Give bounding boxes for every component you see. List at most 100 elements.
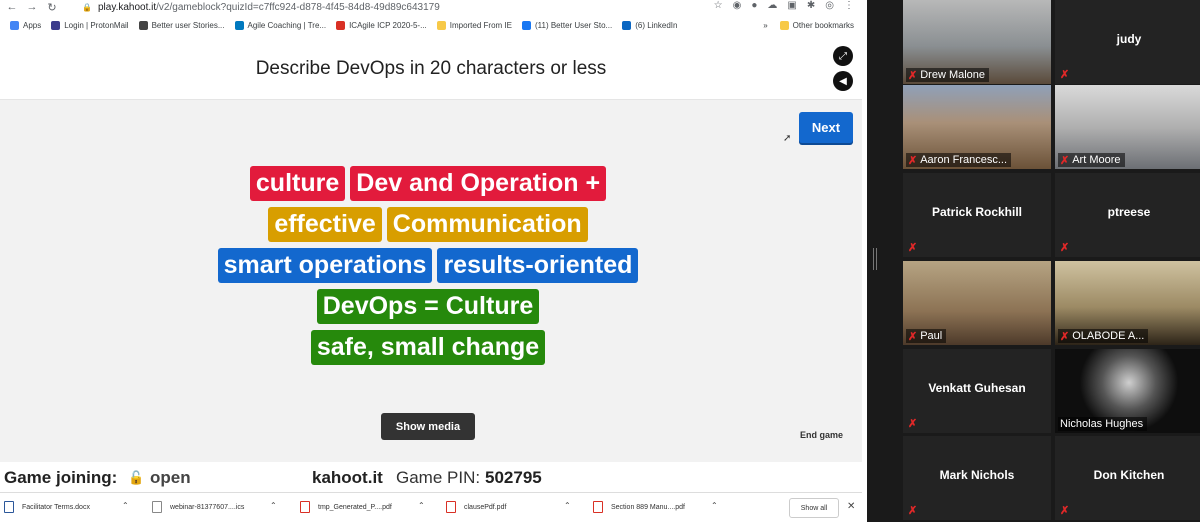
bookmark-label: (6) LinkedIn	[635, 20, 678, 30]
participant-tile[interactable]: ptreese ✗	[1055, 173, 1200, 257]
participant-tile[interactable]: ✗ Drew Malone	[903, 0, 1051, 84]
file-icon	[152, 501, 162, 513]
answer-word: culture	[249, 166, 346, 201]
word-cloud-row: culture Dev and Operation +	[160, 166, 696, 201]
participant-tile[interactable]: Nicholas Hughes	[1055, 349, 1200, 433]
bookmark-item[interactable]: ICAgile ICP 2020-5-...	[336, 20, 427, 30]
bookmark-icon	[622, 20, 632, 30]
download-item[interactable]: clausePdf.pdf	[446, 501, 506, 513]
participant-tile[interactable]: Don Kitchen ✗	[1055, 436, 1200, 520]
sound-button[interactable]: ◀	[833, 71, 853, 91]
download-item[interactable]: webinar-81377607....ics	[152, 501, 244, 513]
chevron-up-icon[interactable]: ⌃	[564, 501, 571, 510]
forward-icon[interactable]: →	[24, 1, 40, 13]
bookmark-item[interactable]: Login | ProtonMail	[51, 20, 129, 30]
muted-mic-icon: ✗	[908, 418, 918, 430]
bookmarks-overflow-button[interactable]: »	[763, 21, 767, 30]
bookmark-item[interactable]: Agile Coaching | Tre...	[234, 20, 327, 30]
participant-label: ✗ Aaron Francesc...	[906, 153, 1012, 167]
close-icon[interactable]: ✕	[847, 501, 855, 512]
participant-tile[interactable]: ✗ Art Moore	[1055, 85, 1200, 169]
next-button[interactable]: Next	[799, 112, 853, 143]
participant-tile[interactable]: Mark Nichols ✗	[903, 436, 1051, 520]
download-item[interactable]: Section 889 Manu....pdf	[593, 501, 685, 513]
panel-resize-handle[interactable]	[873, 248, 877, 270]
chevron-up-icon[interactable]: ⌃	[711, 501, 718, 510]
browser-window: ← → ↻ 🔒 play.kahoot.it /v2/gameblock?qui…	[0, 0, 862, 522]
muted-mic-icon: ✗	[1060, 330, 1070, 343]
chevron-up-icon[interactable]: ⌃	[122, 501, 129, 510]
show-all-button[interactable]: Show all	[789, 498, 839, 518]
answer-word: effective	[268, 207, 382, 242]
star-icon[interactable]: ☆	[714, 0, 723, 11]
bookmark-item[interactable]: (6) LinkedIn	[622, 20, 678, 30]
word-cloud: culture Dev and Operation + effective Commu…	[160, 166, 696, 371]
game-pin-label: Game PIN:	[396, 468, 481, 487]
bookmark-icon	[521, 20, 531, 30]
end-game-button[interactable]: End game	[800, 430, 843, 440]
muted-mic-icon: ✗	[908, 242, 918, 254]
participant-tile[interactable]: ✗ OLABODE A...	[1055, 261, 1200, 345]
participant-name: Don Kitchen	[1093, 467, 1165, 482]
bookmark-label: Agile Coaching | Tre...	[247, 20, 327, 30]
menu-icon[interactable]: ⋮	[844, 0, 854, 11]
answer-word: Dev and Operation +	[350, 166, 607, 201]
word-cloud-row: DevOps = Culture	[160, 289, 696, 324]
other-bookmarks[interactable]: Other bookmarks	[779, 20, 854, 30]
bookmark-item[interactable]: (11) Better User Sto...	[521, 20, 613, 30]
results-stage: Next ➚ culture Dev and Operation + effecti…	[0, 100, 862, 462]
chevron-up-icon[interactable]: ⌃	[418, 501, 425, 510]
avatar[interactable]: ◎	[825, 0, 834, 11]
extension-icon[interactable]: ◉	[733, 0, 742, 11]
participant-name: Patrick Rockhill	[931, 204, 1023, 219]
extension-icon[interactable]: ●	[751, 0, 757, 11]
participant-tile[interactable]: Patrick Rockhill ✗	[903, 173, 1051, 257]
participant-name: Nicholas Hughes	[1060, 418, 1144, 430]
answer-word: DevOps = Culture	[316, 289, 540, 324]
reload-icon[interactable]: ↻	[44, 1, 60, 14]
bookmark-label: ICAgile ICP 2020-5-...	[349, 20, 427, 30]
url-path: /v2/gameblock?quizId=c7ffc924-d878-4f45-…	[156, 1, 440, 13]
screen: ← → ↻ 🔒 play.kahoot.it /v2/gameblock?qui…	[0, 0, 1200, 522]
chevron-up-icon[interactable]: ⌃	[270, 501, 277, 510]
muted-mic-icon: ✗	[908, 154, 918, 167]
muted-mic-icon: ✗	[1060, 242, 1070, 254]
participant-name: Art Moore	[1072, 154, 1121, 166]
muted-mic-icon: ✗	[1060, 505, 1070, 517]
participant-name: OLABODE A...	[1072, 330, 1145, 342]
answer-word: Communication	[386, 207, 588, 242]
downloads-bar: Show all ✕ Facilitator Terms.docx ⌃ webina…	[0, 492, 862, 522]
bookmark-icon	[436, 20, 446, 30]
download-item[interactable]: Facilitator Terms.docx	[4, 501, 90, 513]
url-field[interactable]: 🔒 play.kahoot.it /v2/gameblock?quizId=c7…	[82, 2, 440, 13]
download-filename: clausePdf.pdf	[464, 503, 507, 511]
bookmark-label: (11) Better User Sto...	[534, 20, 613, 30]
show-media-button[interactable]: Show media	[381, 413, 475, 440]
download-filename: tmp_Generated_P....pdf	[318, 503, 392, 511]
game-joining-label: Game joining:	[4, 468, 118, 487]
bookmark-item[interactable]: Apps	[10, 20, 41, 30]
padlock-open-icon[interactable]: 🔓	[128, 470, 144, 486]
pdf-icon[interactable]: ▣	[787, 0, 796, 11]
muted-mic-icon: ✗	[1060, 69, 1070, 81]
file-icon	[300, 501, 310, 513]
question-header: Describe DevOps in 20 characters or less…	[0, 38, 862, 100]
bookmark-item[interactable]: Imported From IE	[436, 20, 512, 30]
other-bookmarks-label: Other bookmarks	[792, 20, 854, 30]
word-cloud-row: effective Communication	[160, 207, 696, 242]
fullscreen-button[interactable]: ⤢	[833, 46, 853, 66]
back-icon[interactable]: ←	[4, 1, 20, 13]
muted-mic-icon: ✗	[908, 330, 918, 343]
participant-tile[interactable]: ✗ Aaron Francesc...	[903, 85, 1051, 169]
download-item[interactable]: tmp_Generated_P....pdf	[300, 501, 392, 513]
participant-tile[interactable]: Venkatt Guhesan ✗	[903, 349, 1051, 433]
cloud-icon[interactable]: ☁	[767, 0, 777, 11]
participant-tile[interactable]: judy ✗	[1055, 0, 1200, 84]
bookmark-item[interactable]: Better user Stories...	[138, 20, 225, 30]
answer-word: safe, small change	[310, 330, 546, 365]
puzzle-icon[interactable]: ✱	[807, 0, 815, 11]
participant-label: ✗ OLABODE A...	[1058, 329, 1149, 343]
word-cloud-row: safe, small change	[160, 330, 696, 365]
participant-label: Nicholas Hughes	[1058, 417, 1148, 431]
participant-tile[interactable]: ✗ Paul	[903, 261, 1051, 345]
